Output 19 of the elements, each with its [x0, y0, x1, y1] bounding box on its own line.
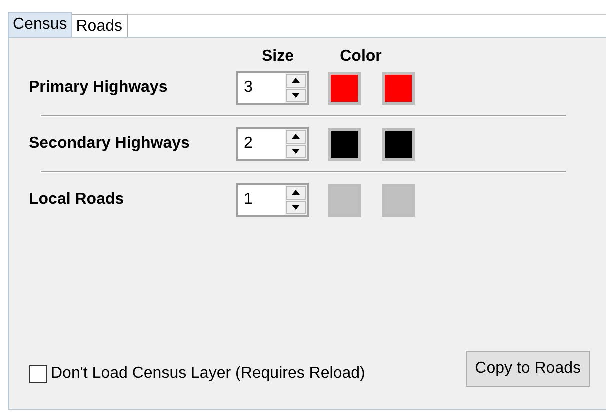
copy-button[interactable]: Copy to Roads — [466, 351, 590, 387]
color-swatch[interactable] — [382, 72, 415, 104]
size-spinner[interactable]: 3 — [236, 71, 309, 105]
tab[interactable]: Roads — [72, 14, 128, 37]
color-swatch[interactable] — [328, 184, 361, 216]
checkbox[interactable] — [29, 365, 47, 383]
size-spinner[interactable]: 1 — [236, 183, 309, 217]
row-label: Secondary Highways — [29, 134, 191, 154]
column-header: Color — [339, 47, 383, 67]
color-swatch[interactable] — [382, 184, 415, 216]
column-header: Size — [260, 47, 295, 67]
tab[interactable]: Census — [8, 12, 72, 37]
color-swatch[interactable] — [328, 72, 361, 104]
color-swatch[interactable] — [328, 128, 361, 160]
row-label: Local Roads — [29, 190, 126, 210]
checkbox-label: Don't Load Census Layer (Requires Reload) — [51, 364, 366, 384]
row-label: Primary Highways — [29, 78, 169, 98]
size-spinner[interactable]: 2 — [236, 127, 309, 161]
color-swatch[interactable] — [382, 128, 415, 160]
